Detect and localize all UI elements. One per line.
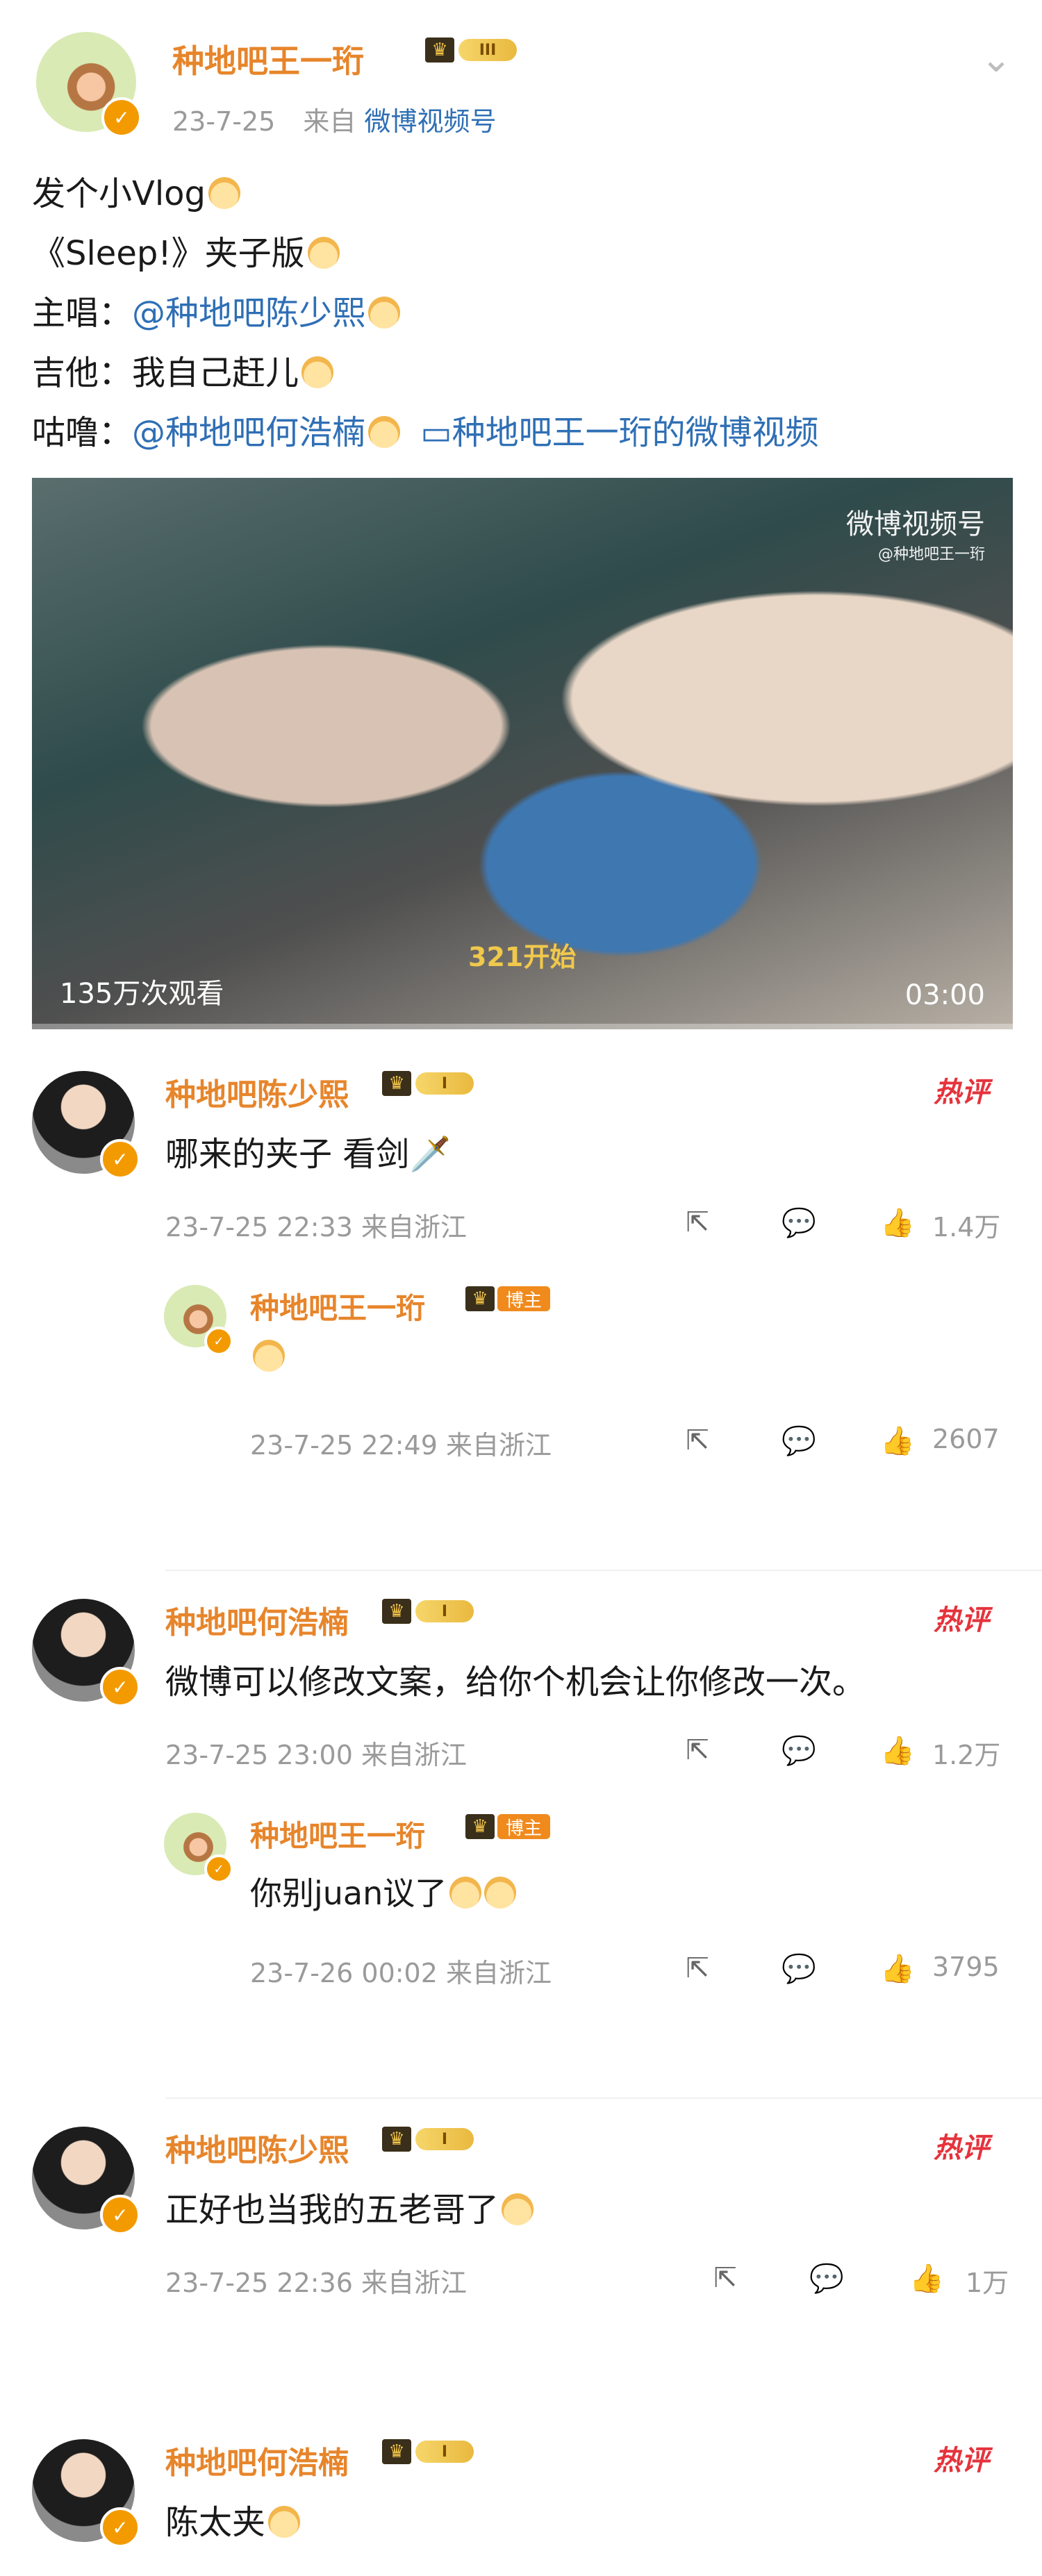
like-icon[interactable]: 👍 [880,1424,915,1457]
chevron-down-icon: ⌄ [980,36,1012,81]
doge-emoji-icon [301,356,334,388]
comment-text: 陈太夹 [165,2495,301,2543]
post-line: 吉他：我自己赶儿 [32,343,819,403]
reply-author-badge: ♛ 博主 [465,1814,551,1839]
video-subtitle: 321开始 [468,942,577,972]
verified-badge-icon: ✓ [100,1667,140,1707]
verified-badge-icon: ✓ [204,1327,233,1356]
post-author-level-badge: ♛ III [425,38,517,63]
comment-text: 哪来的夹子 看剑🗡️ [165,1135,452,1174]
video-link[interactable]: ▭种地吧王一珩的微博视频 [420,413,818,452]
verified-badge-icon: ✓ [204,1854,233,1884]
video-link-icon: ▭ [420,413,452,452]
comment-icon[interactable]: 💬 [782,1952,816,1985]
hot-comment-badge: 热评 [934,2445,989,2477]
like-icon[interactable]: 👍 [909,2261,944,2295]
video-duration: 03:00 [904,979,985,1011]
doge-emoji-icon [368,297,401,329]
post-options-chevron[interactable]: ⌄ [975,36,1017,81]
reply-time: 23-7-26 00:02 来自浙江 [250,1958,552,1988]
hot-comment-badge: 热评 [934,2132,989,2164]
post-line: 《Sleep!》夹子版 [32,224,819,283]
like-count: 3795 [932,1952,1000,1982]
comment-time: 23-7-25 22:36 来自浙江 [165,2268,467,2298]
commenter-level-badge: ♛ I [382,2439,474,2464]
share-icon[interactable]: ⇱ [681,1734,714,1767]
comment-time: 23-7-25 22:33 来自浙江 [165,1212,467,1243]
share-icon[interactable]: ⇱ [681,1424,714,1457]
crown-icon: ♛ [382,2439,411,2464]
doge-emoji-icon [368,416,401,448]
reply-author-name[interactable]: 种地吧王一珩 [250,1813,425,1855]
mention-link[interactable]: @种地吧陈少熙 [132,294,365,333]
post-line: 主唱：@种地吧陈少熙 [32,283,819,343]
commenter-name[interactable]: 种地吧陈少熙 [165,2125,349,2170]
post-source-prefix: 来自 [303,106,356,137]
commenter-level-badge: ♛ I [382,2127,474,2152]
hot-comment-badge: 热评 [934,1604,989,1636]
video-player[interactable]: 微博视频号 @种地吧王一珩 321开始 135万次观看 03:00 [32,478,1013,1029]
post-body: 发个小Vlog 《Sleep!》夹子版 主唱：@种地吧陈少熙 吉他：我自己赶儿 … [32,164,819,463]
share-icon[interactable]: ⇱ [681,1206,714,1239]
comment-icon[interactable]: 💬 [782,1424,816,1457]
comment-divider [165,2097,1042,2099]
doge-emoji-icon [253,1340,285,1372]
commenter-name[interactable]: 种地吧陈少熙 [165,1070,349,1114]
comment-icon[interactable]: 💬 [782,1734,816,1767]
doge-emoji-icon [484,1877,517,1909]
commenter-name[interactable]: 种地吧何浩楠 [165,2438,349,2482]
verified-badge-icon: ✓ [100,2195,140,2235]
doge-emoji-icon [307,237,340,269]
comment-icon[interactable]: 💬 [782,1206,816,1239]
verified-badge-icon: ✓ [100,1139,140,1179]
hot-comment-badge: 热评 [934,1077,989,1108]
commenter-level-badge: ♛ I [382,1599,474,1624]
crown-icon: ♛ [425,38,454,63]
comment-time: 23-7-25 23:00 来自浙江 [165,1740,467,1770]
reply-text [250,1338,285,1375]
reply-author-badge: ♛ 博主 [465,1286,551,1311]
post-source-link[interactable]: 微博视频号 [365,106,497,137]
video-watermark: 微博视频号 [846,508,985,540]
comment-text: 正好也当我的五老哥了 [165,2182,534,2231]
crown-icon: ♛ [465,1286,495,1311]
post-line: 发个小Vlog [32,164,819,224]
reply-text: 你别juan议了 [250,1868,517,1914]
post-meta: 23-7-25 来自 微博视频号 [172,100,497,138]
verified-badge-icon: ✓ [100,2507,140,2548]
doge-emoji-icon [268,2506,301,2538]
doge-emoji-icon [208,177,241,209]
post-author-name[interactable]: 种地吧王一珩 [172,36,364,82]
like-count: 1.4万 [932,1212,1001,1243]
doge-emoji-icon [502,2193,534,2225]
like-count: 2607 [932,1424,1000,1454]
post-date: 23-7-25 [172,106,276,137]
comment-icon[interactable]: 💬 [809,2261,844,2295]
comment-text: 微博可以修改文案，给你个机会让你修改一次。 [165,1663,866,1702]
like-icon[interactable]: 👍 [880,1952,915,1985]
post-line: 咕噜：@种地吧何浩楠 ▭种地吧王一珩的微博视频 [32,413,819,452]
share-icon[interactable]: ⇱ [709,2261,742,2295]
crown-icon: ♛ [382,2127,411,2152]
comment-divider [165,1570,1042,1571]
video-progress-bar[interactable] [32,1024,1013,1029]
verified-badge-icon: ✓ [101,97,142,138]
crown-icon: ♛ [465,1814,495,1839]
video-view-count: 135万次观看 [60,978,224,1010]
smile-emoji-icon [449,1877,482,1909]
like-icon[interactable]: 👍 [880,1206,915,1239]
like-count: 1万 [966,2268,1009,2298]
video-watermark-sub: @种地吧王一珩 [877,546,985,563]
commenter-name[interactable]: 种地吧何浩楠 [165,1597,349,1642]
mention-link[interactable]: @种地吧何浩楠 [132,413,365,452]
reply-time: 23-7-25 22:49 来自浙江 [250,1430,552,1461]
reply-author-name[interactable]: 种地吧王一珩 [250,1285,425,1327]
share-icon[interactable]: ⇱ [681,1952,714,1985]
commenter-level-badge: ♛ I [382,1071,474,1096]
crown-icon: ♛ [382,1071,411,1096]
like-count: 1.2万 [932,1740,1001,1770]
crown-icon: ♛ [382,1599,411,1624]
like-icon[interactable]: 👍 [880,1734,915,1767]
